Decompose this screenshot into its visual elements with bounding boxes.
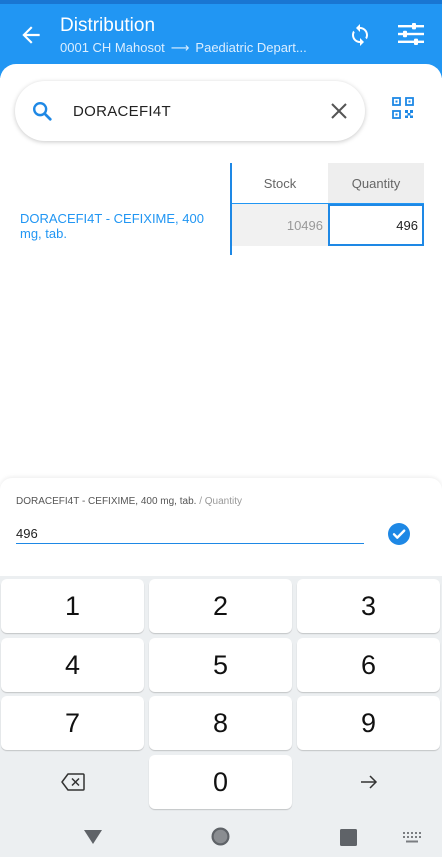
- stock-cell: 10496: [232, 204, 328, 246]
- search-bar[interactable]: DORACEFI4T: [15, 81, 365, 141]
- key-7[interactable]: 7: [1, 696, 144, 750]
- entry-separator: /: [196, 496, 205, 507]
- column-header-quantity: Quantity: [328, 163, 424, 203]
- confirm-check-icon[interactable]: [388, 523, 410, 545]
- destination-location: Paediatric Depart...: [195, 40, 307, 55]
- search-input[interactable]: DORACEFI4T: [73, 103, 171, 120]
- key-1[interactable]: 1: [1, 579, 144, 633]
- filter-settings-icon[interactable]: [397, 22, 425, 46]
- arrow-right-icon: [360, 775, 377, 789]
- keyboard-switch-icon[interactable]: [403, 832, 421, 844]
- nav-home-icon[interactable]: [210, 826, 231, 847]
- key-0[interactable]: 0: [149, 755, 292, 809]
- input-underline: [16, 543, 364, 544]
- nav-recents-icon[interactable]: [340, 829, 357, 846]
- quantity-entry-panel: DORACEFI4T - CEFIXIME, 400 mg, tab. / Qu…: [0, 478, 442, 576]
- key-8[interactable]: 8: [149, 696, 292, 750]
- quantity-cell[interactable]: 496: [328, 204, 424, 246]
- key-4[interactable]: 4: [1, 638, 144, 692]
- key-3[interactable]: 3: [297, 579, 440, 633]
- page-title: Distribution: [60, 15, 156, 36]
- status-strip: [0, 0, 442, 4]
- back-arrow-icon[interactable]: [18, 22, 44, 48]
- search-icon: [33, 102, 52, 121]
- next-key[interactable]: [297, 755, 440, 809]
- route-subtitle: 0001 CH Mahosot ⟶ Paediatric Depart...: [60, 40, 307, 56]
- sync-icon[interactable]: [348, 22, 372, 48]
- key-2[interactable]: 2: [149, 579, 292, 633]
- entry-field-label: Quantity: [204, 496, 243, 507]
- entry-breadcrumb: DORACEFI4T - CEFIXIME, 400 mg, tab. / Qu…: [16, 496, 242, 507]
- product-name-cell[interactable]: DORACEFI4T - CEFIXIME, 400 mg, tab.: [20, 211, 225, 241]
- key-6[interactable]: 6: [297, 638, 440, 692]
- nav-back-icon[interactable]: [83, 828, 103, 846]
- numeric-keyboard: 1 2 3 4 5 6 7 8 9 0: [0, 576, 442, 857]
- entry-product-label: DORACEFI4T - CEFIXIME, 400 mg, tab.: [16, 496, 197, 507]
- key-5[interactable]: 5: [149, 638, 292, 692]
- quantity-input[interactable]: 496: [16, 526, 38, 541]
- backspace-icon: [60, 773, 85, 791]
- route-arrow: ⟶: [170, 40, 190, 55]
- qr-scan-icon[interactable]: [391, 96, 415, 120]
- key-9[interactable]: 9: [297, 696, 440, 750]
- source-location: 0001 CH Mahosot: [60, 40, 165, 55]
- column-header-stock: Stock: [232, 163, 328, 203]
- backspace-key[interactable]: [1, 755, 144, 809]
- close-icon[interactable]: [329, 101, 349, 121]
